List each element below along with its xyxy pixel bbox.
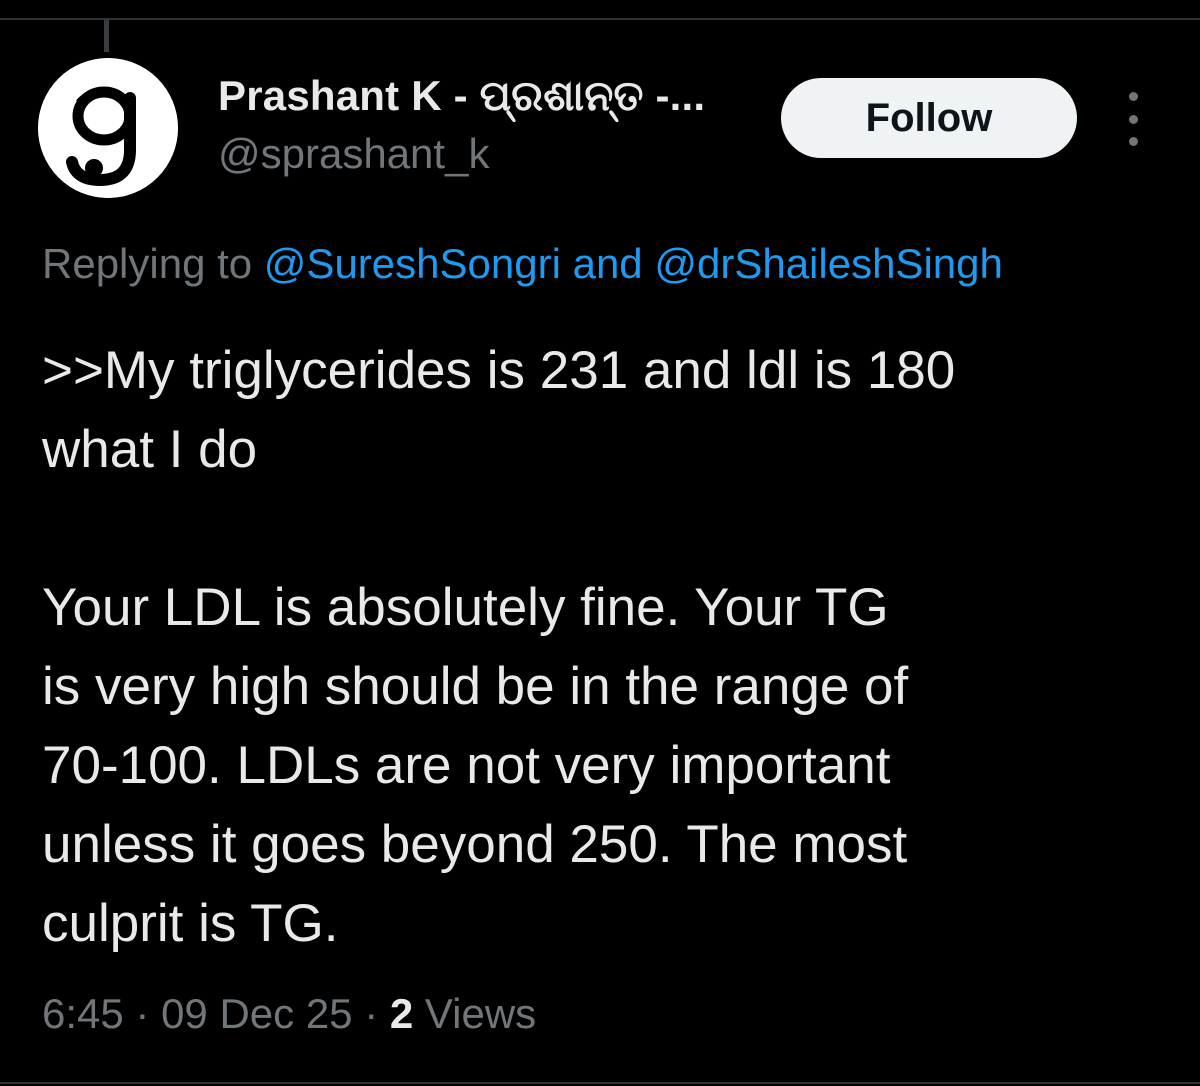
bottom-divider [0,1082,1200,1084]
tweet-line: >>My triglycerides is 231 and ldl is 180 [42,341,956,400]
tweet-line: Your LDL is absolutely fine. Your TG [42,578,889,637]
mention-link[interactable]: @drShaileshSingh [654,240,1003,287]
replying-to-line: Replying to @SureshSongri and @drShailes… [42,240,1003,288]
views-count[interactable]: 2 [390,990,413,1037]
tweet-line: unless it goes beyond 250. The most [42,815,908,874]
tweet-line: what I do [42,420,258,479]
tweet-time[interactable]: 6:45 [42,990,124,1037]
views-label[interactable]: Views [413,990,536,1037]
meta-separator: · [123,990,162,1037]
tweet-date[interactable]: 09 Dec 25 [161,990,352,1037]
dot [1128,114,1138,124]
display-name[interactable]: Prashant K - ପ୍ରଶାନ୍ତ -... [218,72,705,121]
follow-button[interactable]: Follow [781,78,1077,158]
user-handle[interactable]: @sprashant_k [218,130,489,178]
replying-to-label: Replying to [42,240,264,287]
dot [1128,137,1138,146]
tweet-line: is very high should be in the range of [42,657,909,716]
tweet-meta: 6:45 · 09 Dec 25 · 2 Views [42,990,536,1038]
mention-conjunction[interactable]: and [561,240,654,287]
top-divider [0,18,1200,20]
tweet-line: 70-100. LDLs are not very important [42,736,891,795]
meta-separator: · [352,990,390,1037]
letter-g-logo-icon [38,58,178,198]
tweet-text: >>My triglycerides is 231 and ldl is 180… [42,331,1152,963]
more-vertical-icon[interactable] [1114,92,1152,146]
dot [1128,92,1138,101]
tweet-blank-line [42,489,1152,568]
tweet-line: culprit is TG. [42,894,339,953]
thread-connector [104,20,109,52]
avatar[interactable] [38,58,178,198]
mention-link[interactable]: @SureshSongri [264,240,561,287]
